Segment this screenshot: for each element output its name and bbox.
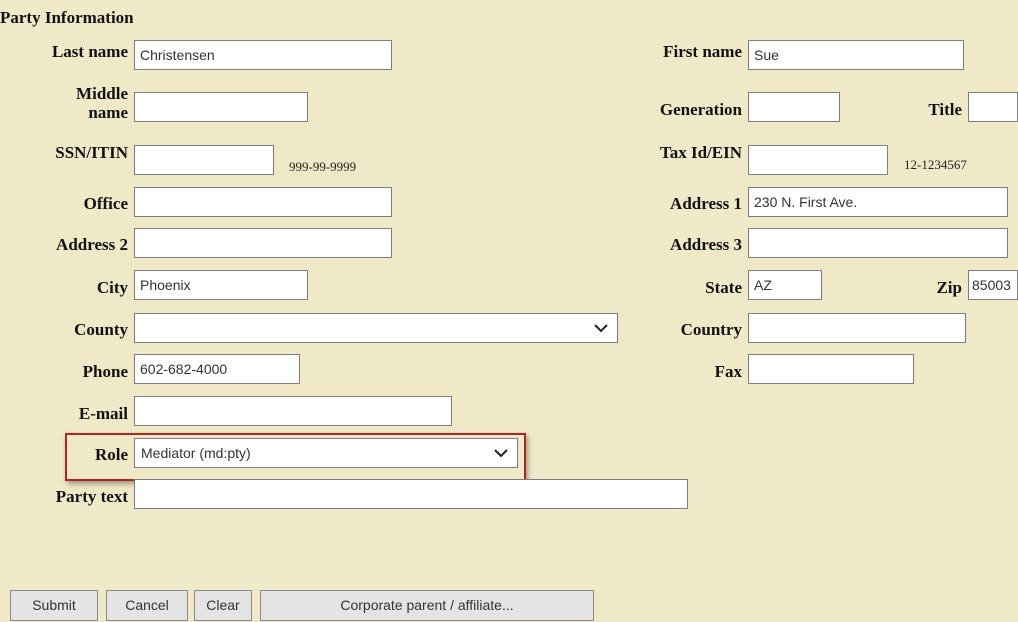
email-input[interactable] — [134, 396, 452, 426]
ssn-format-hint: 999-99-9999 — [289, 159, 357, 174]
office-label: Office — [83, 194, 128, 213]
zip-label: Zip — [936, 278, 962, 297]
title-label: Title — [928, 100, 962, 119]
tax-id-input[interactable] — [748, 145, 888, 175]
clear-button[interactable]: Clear — [194, 590, 252, 621]
address2-label: Address 2 — [56, 235, 128, 254]
chevron-down-icon — [494, 449, 508, 458]
generation-input[interactable] — [748, 92, 840, 122]
section-title: Party Information — [0, 8, 134, 27]
party-text-label: Party text — [55, 487, 128, 506]
county-label: County — [74, 320, 128, 339]
address3-label: Address 3 — [670, 235, 742, 254]
first-name-label: First name — [663, 42, 742, 61]
ssn-label: SSN/ITIN — [55, 143, 128, 162]
city-input[interactable] — [134, 270, 308, 300]
address2-input[interactable] — [134, 228, 392, 258]
ssn-input[interactable] — [134, 145, 274, 175]
chevron-down-icon — [594, 324, 608, 333]
cancel-button[interactable]: Cancel — [106, 590, 188, 621]
address1-label: Address 1 — [670, 194, 742, 213]
fax-input[interactable] — [748, 354, 914, 384]
zip-input[interactable] — [968, 270, 1018, 300]
last-name-label: Last name — [51, 42, 128, 61]
submit-button[interactable]: Submit — [10, 590, 98, 621]
country-label: Country — [680, 320, 742, 339]
middle-name-input[interactable] — [134, 92, 308, 122]
tax-id-format-hint: 12-1234567 — [904, 157, 967, 172]
city-label: City — [96, 278, 128, 297]
email-label: E-mail — [78, 404, 128, 423]
role-select-value: Mediator (md:pty) — [141, 445, 251, 461]
corporate-parent-button[interactable]: Corporate parent / affiliate... — [260, 590, 594, 621]
country-input[interactable] — [748, 313, 966, 343]
address1-input[interactable] — [748, 187, 1008, 217]
last-name-input[interactable] — [134, 40, 392, 70]
generation-label: Generation — [659, 100, 742, 119]
role-label: Role — [94, 445, 128, 464]
state-input[interactable] — [748, 270, 822, 300]
tax-id-label: Tax Id/EIN — [659, 143, 742, 162]
middle-name-label: Middle name — [76, 84, 128, 122]
fax-label: Fax — [714, 362, 742, 381]
address3-input[interactable] — [748, 228, 1008, 258]
county-select[interactable] — [134, 313, 618, 343]
phone-input[interactable] — [134, 354, 300, 384]
party-text-input[interactable] — [134, 479, 688, 509]
office-input[interactable] — [134, 187, 392, 217]
state-label: State — [705, 278, 742, 297]
phone-label: Phone — [82, 362, 128, 381]
first-name-input[interactable] — [748, 40, 964, 70]
title-input[interactable] — [968, 92, 1018, 122]
role-select[interactable]: Mediator (md:pty) — [134, 438, 518, 468]
